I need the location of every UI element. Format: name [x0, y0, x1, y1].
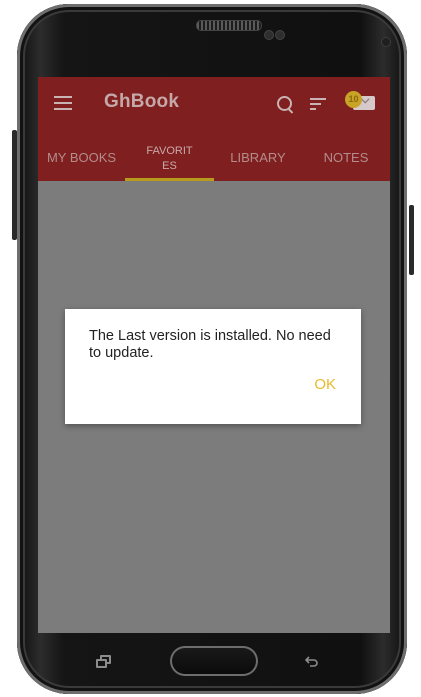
tab-my-books[interactable]: MY BOOKS	[38, 133, 125, 181]
tab-label: FAVORITES	[146, 145, 193, 172]
tab-notes[interactable]: NOTES	[302, 133, 390, 181]
light-sensor	[275, 30, 285, 40]
proximity-sensor	[264, 30, 274, 40]
notification-button[interactable]: 10	[345, 91, 379, 113]
tab-bar: MY BOOKS FAVORITES LIBRARY NOTES	[38, 133, 390, 181]
app-title: GhBook	[104, 91, 180, 112]
front-camera	[381, 37, 391, 47]
recent-apps-icon[interactable]	[96, 655, 111, 668]
back-icon[interactable]	[305, 656, 318, 667]
app-toolbar: GhBook 10	[38, 77, 390, 133]
ok-button[interactable]: OK	[314, 376, 336, 393]
tab-label: NOTES	[323, 149, 369, 165]
tab-label: MY BOOKS	[46, 149, 117, 165]
tab-favorites[interactable]: FAVORITES	[125, 133, 214, 181]
tab-library[interactable]: LIBRARY	[214, 133, 302, 181]
filter-icon[interactable]	[310, 98, 326, 112]
app-screen: GhBook 10 MY BOOKS FAVORITES LIBRARY NOT…	[38, 77, 390, 633]
earpiece-speaker	[196, 20, 262, 31]
search-icon[interactable]	[277, 96, 292, 111]
power-button	[409, 205, 414, 275]
notification-badge: 10	[345, 91, 362, 108]
alert-dialog: The Last version is installed. No need t…	[65, 309, 361, 424]
menu-icon[interactable]	[54, 96, 72, 110]
tab-label: LIBRARY	[230, 149, 286, 165]
active-tab-indicator	[125, 178, 214, 181]
dialog-message: The Last version is installed. No need t…	[89, 328, 331, 361]
home-button[interactable]	[170, 646, 258, 676]
stage: GhBook 10 MY BOOKS FAVORITES LIBRARY NOT…	[0, 0, 421, 697]
